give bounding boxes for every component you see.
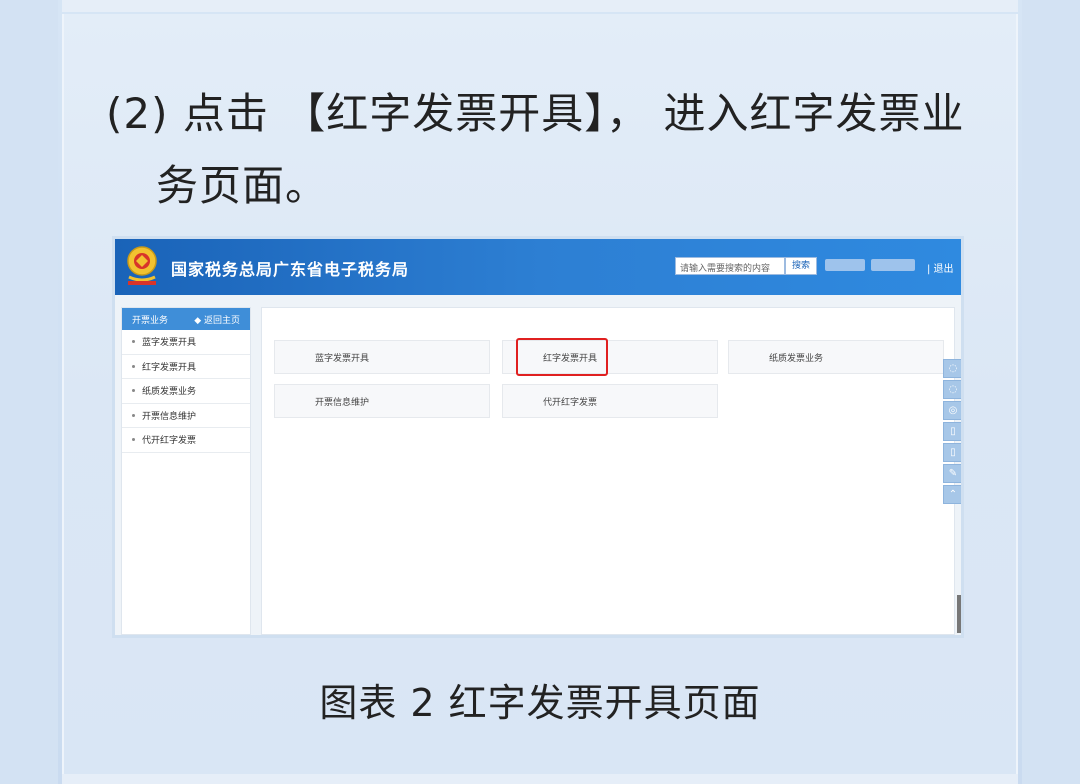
highlight-box (516, 338, 608, 376)
card-agent-red-invoice[interactable]: 代开红字发票 (502, 384, 718, 418)
phone-icon[interactable]: ▯ (943, 422, 961, 441)
card-paper-invoice[interactable]: 纸质发票业务 (728, 340, 944, 374)
bullet-icon (132, 438, 135, 442)
edit-icon[interactable]: ✎ (943, 464, 961, 483)
top-border (62, 0, 1018, 12)
card-blue-invoice[interactable]: 蓝字发票开具 (274, 340, 490, 374)
chat-icon[interactable]: ◌ (943, 359, 961, 378)
sidebar: 开票业务 ◆ 返回主页 蓝字发票开具 红字发票开具 纸质发票业务 开票信息维护 … (121, 307, 251, 635)
sidebar-item-label: 红字发票开具 (142, 362, 197, 373)
embedded-screenshot: 国家税务总局广东省电子税务局 请输入需要搜索的内容 搜索 | 退出 开票业务 ◆… (112, 236, 964, 638)
site-body: 开票业务 ◆ 返回主页 蓝字发票开具 红字发票开具 纸质发票业务 开票信息维护 … (115, 295, 961, 635)
sidebar-header-title: 开票业务 (132, 316, 169, 326)
main-panel: 蓝字发票开具 红字发票开具 纸质发票业务 开票信息维护 代开红字发票 (261, 307, 955, 635)
sidebar-item-label: 代开红字发票 (142, 436, 197, 447)
sidebar-item-agent-red-invoice[interactable]: 代开红字发票 (122, 428, 250, 453)
site-title: 国家税务总局广东省电子税务局 (171, 260, 410, 279)
sidebar-item-label: 蓝字发票开具 (142, 338, 197, 349)
floating-toolbar: ◌ ◌ ◎ ▯ ▯ ✎ ⌃ (943, 359, 961, 507)
back-home-link[interactable]: ◆ 返回主页 (194, 313, 240, 326)
blurred-user-info (825, 259, 865, 271)
bullet-icon (132, 413, 135, 417)
sidebar-header: 开票业务 ◆ 返回主页 (122, 308, 250, 330)
scrollbar[interactable] (957, 595, 961, 633)
tablet-icon[interactable]: ▯ (943, 443, 961, 462)
instruction-line-1: (2) 点击 【红字发票开具】， 进入红字发票业 (106, 89, 965, 138)
sidebar-item-paper-invoice[interactable]: 纸质发票业务 (122, 379, 250, 404)
sidebar-item-label: 纸质发票业务 (142, 387, 197, 398)
weibo-icon[interactable]: ◎ (943, 401, 961, 420)
sidebar-item-label: 开票信息维护 (142, 411, 197, 422)
instruction-text: (2) 点击 【红字发票开具】， 进入红字发票业 务页面。 (106, 78, 986, 222)
bullet-icon (132, 364, 135, 368)
search-input[interactable]: 请输入需要搜索的内容 (675, 257, 785, 275)
bullet-icon (132, 340, 135, 344)
right-margin (1022, 0, 1080, 784)
left-margin (0, 0, 58, 784)
sidebar-item-red-invoice[interactable]: 红字发票开具 (122, 355, 250, 379)
search-button[interactable]: 搜索 (785, 257, 817, 275)
bullet-icon (132, 389, 135, 393)
bottom-border (62, 774, 1018, 784)
figure-caption: 图表 2 红字发票开具页面 (319, 681, 761, 725)
logout-link[interactable]: | 退出 (927, 260, 954, 275)
chat-2-icon[interactable]: ◌ (943, 380, 961, 399)
sidebar-item-invoice-info[interactable]: 开票信息维护 (122, 404, 250, 428)
card-invoice-info[interactable]: 开票信息维护 (274, 384, 490, 418)
blurred-user-info-2 (871, 259, 915, 271)
sidebar-item-blue-invoice[interactable]: 蓝字发票开具 (122, 330, 250, 355)
tax-emblem-icon (127, 246, 157, 285)
site-header: 国家税务总局广东省电子税务局 请输入需要搜索的内容 搜索 | 退出 (115, 239, 961, 295)
instruction-line-2: 务页面。 (156, 161, 329, 210)
back-to-top-icon[interactable]: ⌃ (943, 485, 961, 504)
